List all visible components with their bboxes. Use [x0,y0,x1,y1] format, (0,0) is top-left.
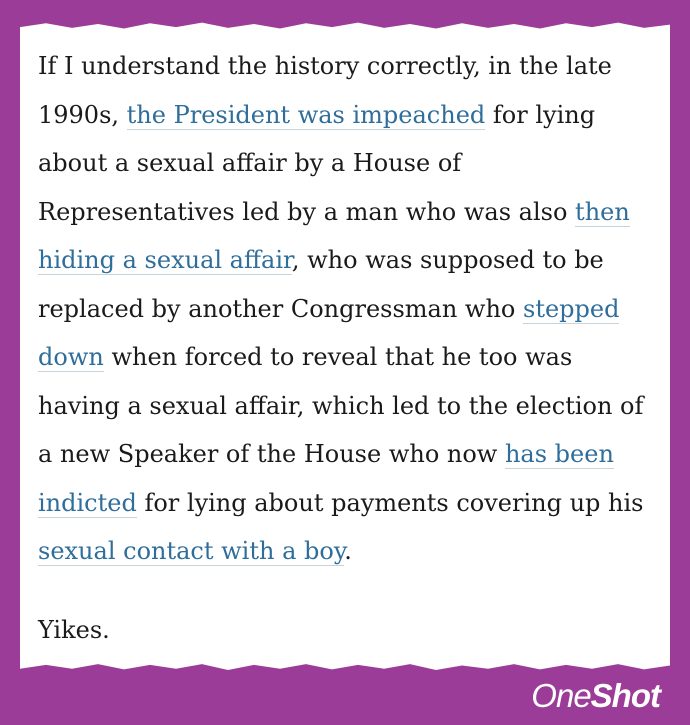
paragraph-text: . [344,537,352,565]
torn-paper-card: If I understand the history correctly, i… [20,22,670,670]
link-president-impeached[interactable]: the President was impeached [126,100,486,130]
oneshot-logo: OneShot [531,676,661,716]
closing-remark: Yikes. [38,616,110,644]
article-paragraph: If I understand the history correctly, i… [38,42,648,576]
link-sexual-contact-boy[interactable]: sexual contact with a boy [38,537,345,566]
paragraph-text: for lying about payments covering up his [136,488,644,517]
logo-word-shot: Shot [590,677,661,714]
logo-word-one: One [531,677,591,714]
